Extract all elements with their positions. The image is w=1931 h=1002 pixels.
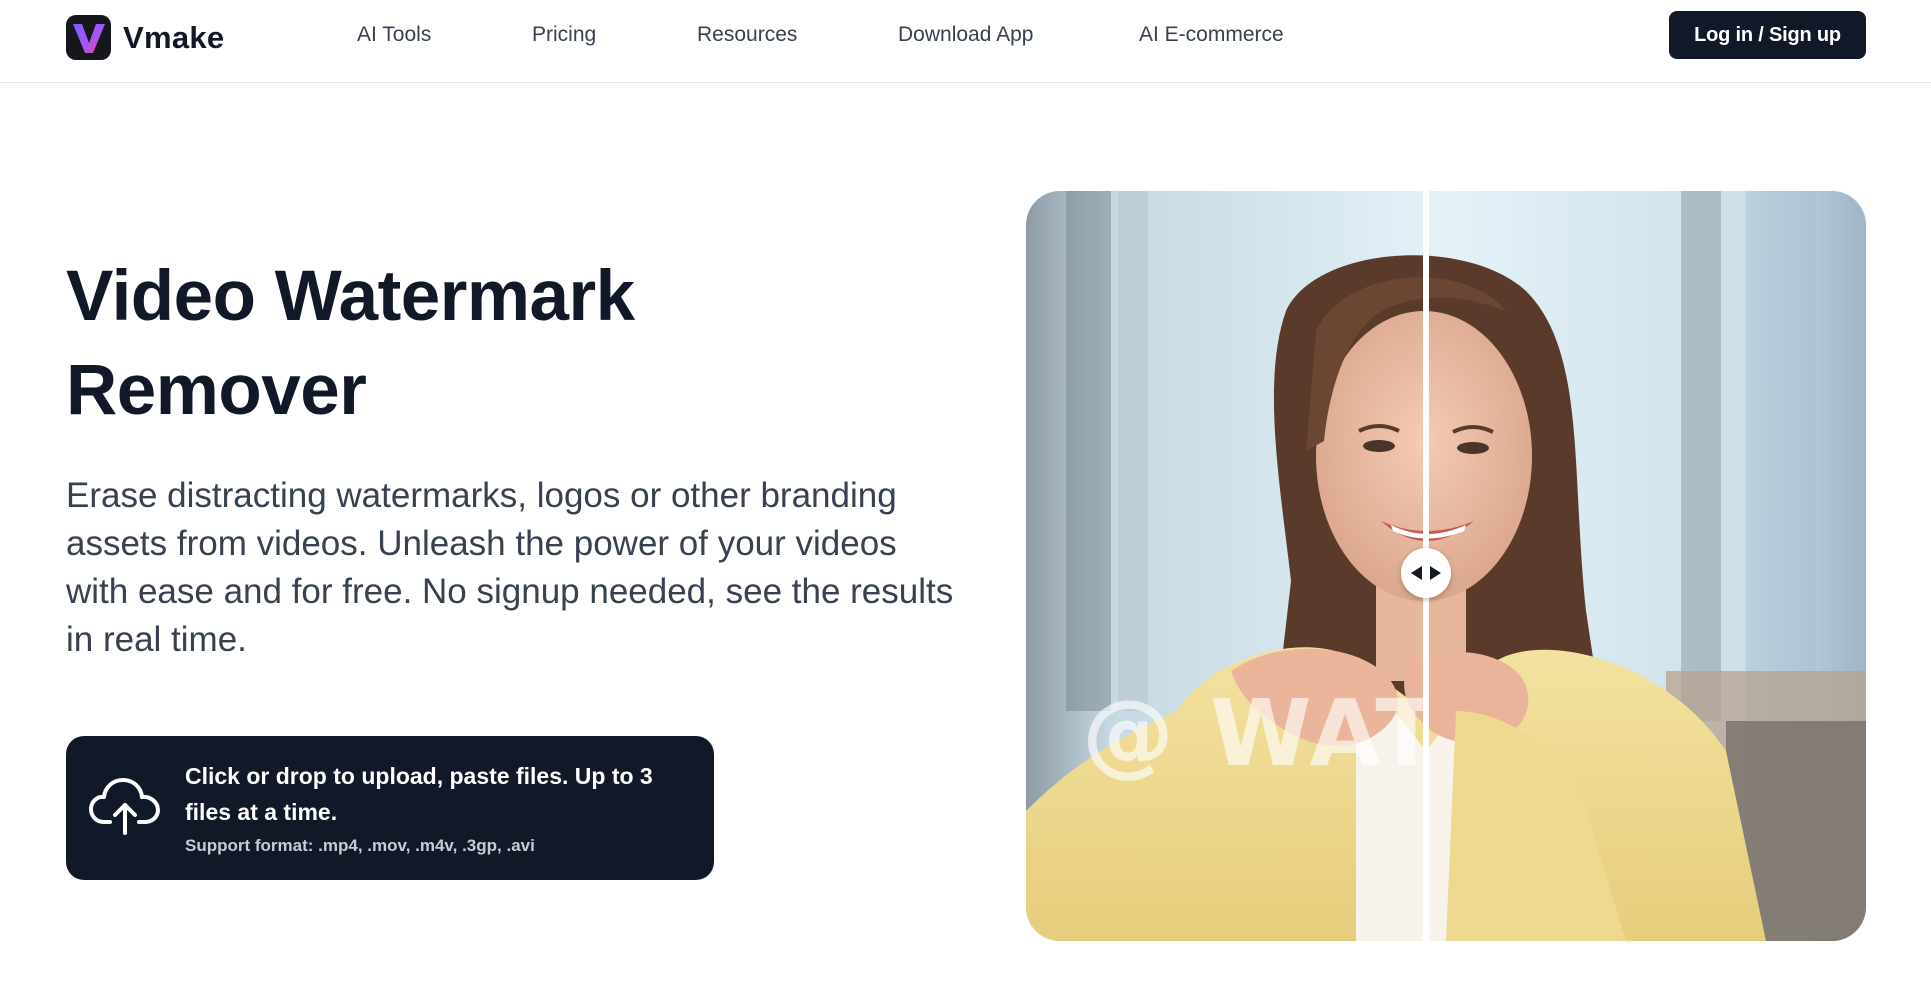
hero-description: Erase distracting watermarks, logos or o… <box>66 476 954 659</box>
page-title: Video Watermark Remover <box>66 257 635 430</box>
brand-logo[interactable]: Vmake <box>66 15 224 60</box>
watermark-overlay: @ WATE <box>1082 674 1425 794</box>
nav-item-resources[interactable]: Resources <box>697 22 797 48</box>
nav-item-ai-ecommerce[interactable]: AI E-commerce <box>1139 22 1284 48</box>
watermark-text: @ WATE <box>1082 680 1425 787</box>
brand-name: Vmake <box>123 19 225 55</box>
login-signup-button[interactable]: Log in / Sign up <box>1669 11 1866 59</box>
vmake-logo-icon <box>66 15 111 60</box>
nav-item-download-app[interactable]: Download App <box>898 22 1033 48</box>
supported-formats: Support format: .mp4, .mov, .m4v, .3gp, … <box>185 836 535 855</box>
before-after-comparison[interactable]: @ WATE <box>1026 191 1866 941</box>
nav-item-ai-tools[interactable]: AI Tools <box>357 22 431 48</box>
cloud-upload-icon <box>88 776 162 836</box>
nav-item-pricing[interactable]: Pricing <box>532 22 596 48</box>
upload-instructions: Click or drop to upload, paste files. Up… <box>185 763 653 825</box>
upload-dropzone[interactable]: Click or drop to upload, paste files. Up… <box>66 736 714 880</box>
drag-handle-arrows-icon[interactable] <box>1401 548 1451 598</box>
site-header: Vmake AI Tools Pricing Resources Downloa… <box>0 0 1931 83</box>
